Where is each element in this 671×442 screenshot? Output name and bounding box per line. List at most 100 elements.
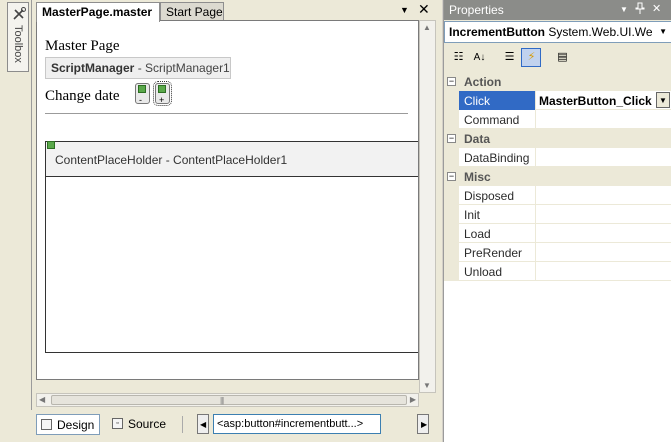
scroll-right-icon[interactable]: ▶	[410, 395, 416, 404]
category-action[interactable]: − Action	[444, 72, 671, 91]
horizontal-scrollbar[interactable]: ◀ ||| ▶	[36, 393, 419, 407]
property-name: PreRender	[464, 246, 523, 260]
server-control-glyph-icon	[47, 141, 55, 149]
category-label: Data	[464, 132, 491, 146]
row-margin	[444, 91, 459, 110]
property-value[interactable]	[535, 186, 671, 205]
scroll-left-icon[interactable]: ◀	[39, 395, 45, 404]
row-margin	[444, 262, 459, 281]
property-pages-icon: ▤	[557, 51, 568, 63]
tab-start-page[interactable]: Start Page	[160, 2, 224, 21]
increment-symbol: +	[159, 95, 165, 105]
horizontal-rule	[45, 113, 408, 114]
row-margin	[444, 205, 459, 224]
row-margin	[444, 110, 459, 129]
tag-navigate-right-button[interactable]: ▶	[417, 414, 429, 434]
scriptmanager-control[interactable]: ScriptManager - ScriptManager1	[45, 57, 231, 79]
design-view-label: Design	[57, 418, 95, 432]
change-date-label: Change date	[45, 88, 120, 104]
close-pane-icon[interactable]: ✕	[652, 2, 661, 15]
collapse-icon[interactable]: −	[447, 134, 456, 143]
category-label: Action	[464, 75, 502, 89]
page-heading: Master Page	[45, 38, 120, 54]
document-list-dropdown-icon[interactable]: ▼	[400, 5, 409, 15]
property-name: Click	[464, 94, 490, 108]
property-row-command[interactable]: Command	[444, 110, 671, 129]
property-grid: − Action Click MasterButton_Click ▼ Comm…	[444, 72, 671, 442]
events-button[interactable]: ⚡	[521, 48, 541, 67]
row-margin	[444, 148, 459, 167]
categorized-button[interactable]: ☷	[448, 48, 468, 67]
decrement-symbol: -	[139, 95, 142, 105]
category-label: Misc	[464, 170, 491, 184]
event-handler-dropdown-icon[interactable]: ▼	[656, 92, 670, 108]
increment-button[interactable]: +	[153, 81, 172, 106]
separator	[182, 416, 183, 433]
toolbox-label: Toolbox	[12, 25, 24, 63]
source-view-label: Source	[128, 417, 167, 431]
property-row-init[interactable]: Init	[444, 205, 671, 224]
server-control-glyph-icon	[138, 85, 146, 93]
category-data[interactable]: − Data	[444, 129, 671, 148]
property-name: Unload	[464, 265, 503, 279]
property-row-disposed[interactable]: Disposed	[444, 186, 671, 205]
tag-breadcrumb[interactable]: <asp:button#incrementbutt...>	[213, 414, 381, 434]
collapse-icon[interactable]: −	[447, 77, 456, 86]
object-selector-dropdown-icon[interactable]: ▼	[659, 27, 667, 36]
row-margin	[444, 224, 459, 243]
collapse-icon[interactable]: −	[447, 172, 456, 181]
source-view-button[interactable]: ▫ Source	[108, 414, 172, 435]
content-placeholder-header[interactable]: ContentPlaceHolder - ContentPlaceHolder1	[45, 141, 418, 177]
property-value[interactable]	[535, 110, 671, 129]
grip-icon: |||	[220, 396, 224, 405]
property-value[interactable]	[535, 262, 671, 281]
toolbox-strip: Toolbox	[0, 0, 31, 442]
vertical-scrollbar[interactable]: ▲ ▼	[419, 20, 436, 393]
object-selector[interactable]: IncrementButton System.Web.UI.We ▼	[444, 21, 671, 43]
row-margin	[444, 186, 459, 205]
design-view-icon	[41, 419, 52, 430]
property-row-unload[interactable]: Unload	[444, 262, 671, 281]
design-surface[interactable]: Master Page ScriptManager - ScriptManage…	[36, 20, 419, 380]
property-row-databinding[interactable]: DataBinding	[444, 148, 671, 167]
property-value[interactable]	[535, 224, 671, 243]
scroll-down-icon[interactable]: ▼	[423, 381, 431, 390]
source-view-icon: ▫	[112, 418, 123, 429]
property-name: DataBinding	[464, 151, 530, 165]
property-pages-button[interactable]: ▤	[552, 48, 572, 67]
design-view-button[interactable]: Design	[36, 414, 100, 435]
properties-title-bar: Properties ▼ ✕	[444, 0, 671, 20]
property-name: Disposed	[464, 189, 515, 203]
property-name: Command	[464, 113, 520, 127]
object-name: IncrementButton	[449, 25, 545, 39]
property-value[interactable]	[535, 148, 671, 167]
toolbox-tab[interactable]: Toolbox	[7, 2, 29, 72]
tab-masterpage[interactable]: MasterPage.master	[36, 2, 160, 22]
scroll-up-icon[interactable]: ▲	[423, 23, 431, 32]
row-margin	[444, 243, 459, 262]
content-placeholder-body[interactable]	[45, 176, 418, 353]
property-row-click[interactable]: Click MasterButton_Click ▼	[444, 91, 671, 110]
scriptmanager-type: ScriptManager	[51, 61, 135, 75]
property-row-prerender[interactable]: PreRender	[444, 243, 671, 262]
alphabetical-sort-icon: A↓	[473, 52, 486, 63]
object-type: System.Web.UI.We	[545, 25, 653, 39]
server-control-glyph-icon	[158, 85, 166, 93]
property-value[interactable]	[535, 205, 671, 224]
decrement-button[interactable]: -	[135, 83, 150, 105]
alphabetical-button[interactable]: A↓	[469, 48, 489, 67]
properties-pane: Properties ▼ ✕ IncrementButton System.We…	[443, 0, 671, 442]
properties-button[interactable]: ☰	[499, 48, 519, 67]
category-misc[interactable]: − Misc	[444, 167, 671, 186]
pin-icon[interactable]	[635, 2, 645, 17]
scriptmanager-id: - ScriptManager1	[134, 61, 230, 75]
tag-navigate-left-button[interactable]: ◀	[197, 414, 209, 434]
pane-menu-dropdown-icon[interactable]: ▼	[620, 5, 628, 14]
scroll-thumb[interactable]: |||	[51, 395, 407, 405]
property-value[interactable]	[535, 243, 671, 262]
property-row-load[interactable]: Load	[444, 224, 671, 243]
close-document-icon[interactable]: ✕	[418, 1, 430, 18]
property-name: Load	[464, 227, 491, 241]
property-value[interactable]: MasterButton_Click	[535, 91, 671, 110]
categorized-icon: ☷	[453, 51, 464, 63]
